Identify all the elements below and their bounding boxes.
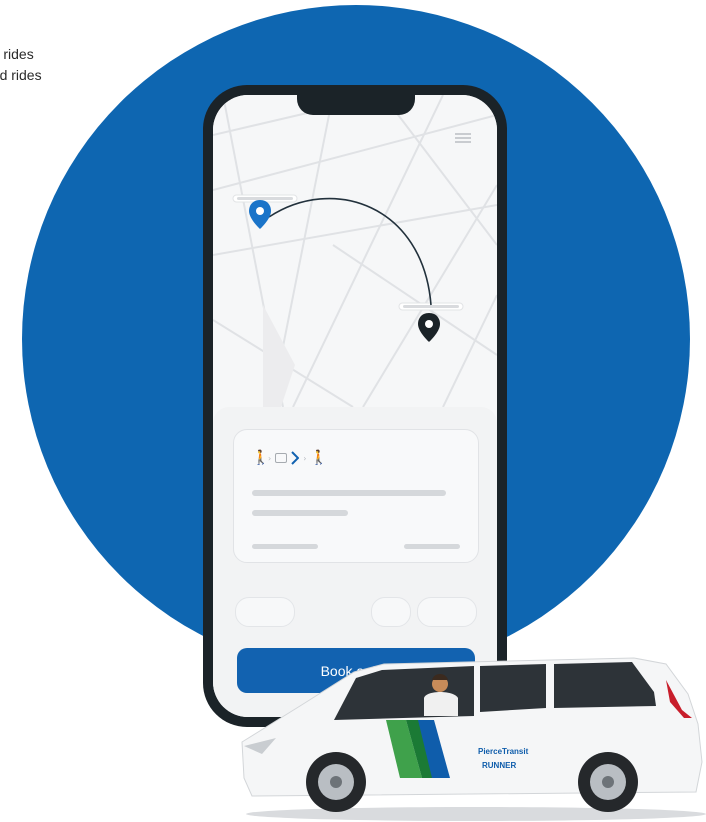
phone-screen: 🚶 › › 🚶 Book a ride	[213, 95, 497, 717]
van-brand-line1: PierceTransit	[478, 747, 529, 756]
caption-line-2: leted rides	[0, 67, 42, 83]
rear-wheel	[578, 752, 638, 812]
van-brand-line2: RUNNER	[482, 761, 516, 770]
bus-icon	[275, 453, 288, 463]
microtransit-icon	[291, 451, 300, 465]
walk-icon: 🚶	[252, 450, 270, 466]
placeholder-line	[252, 544, 318, 549]
hamburger-icon[interactable]	[455, 133, 471, 143]
step-arrow-icon: ›	[303, 453, 307, 463]
transit-van: PierceTransit RUNNER	[241, 657, 706, 821]
caption-line-1: ted rides	[0, 46, 34, 62]
step-arrow-icon: ›	[268, 453, 272, 463]
phone-mockup: 🚶 › › 🚶 Book a ride	[203, 85, 507, 727]
option-pill[interactable]	[235, 597, 295, 627]
placeholder-line	[404, 544, 460, 549]
phone-notch	[297, 95, 415, 115]
caption-text: ted rides leted rides	[0, 44, 42, 86]
walk-icon: 🚶	[310, 450, 328, 466]
trip-option-card[interactable]: 🚶 › › 🚶	[233, 429, 479, 563]
placeholder-line	[252, 510, 348, 516]
front-wheel	[306, 752, 366, 812]
placeholder-line	[252, 490, 446, 496]
option-pill[interactable]	[417, 597, 477, 627]
trip-steps: 🚶 › › 🚶	[252, 448, 328, 468]
option-pill[interactable]	[371, 597, 411, 627]
